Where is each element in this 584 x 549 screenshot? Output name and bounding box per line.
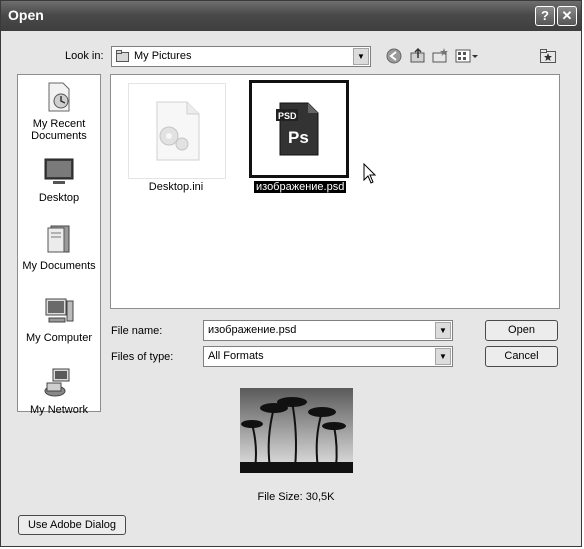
place-desktop[interactable]: Desktop	[18, 155, 100, 204]
file-name-psd[interactable]: изображение.psd	[254, 181, 347, 193]
psd-file-icon: PSD Ps	[276, 102, 319, 156]
look-in-select[interactable]: My Pictures ▼	[111, 46, 371, 67]
view-menu-icon[interactable]	[455, 47, 479, 65]
file-type-select[interactable]: All Formats ▼	[203, 346, 453, 367]
look-in-label: Look in:	[65, 50, 104, 62]
places-bar: My Recent Documents Desktop My Documents	[17, 74, 101, 416]
close-button[interactable]: ✕	[557, 6, 577, 26]
chevron-down-icon[interactable]: ▼	[435, 348, 451, 365]
my-network-icon	[44, 368, 70, 397]
file-list[interactable]: Desktop.ini PSD Ps изображение.psd	[110, 74, 560, 309]
chevron-down-icon[interactable]: ▼	[353, 48, 369, 65]
preview-image	[240, 388, 353, 473]
file-size-label: File Size: 30,5K	[257, 491, 335, 503]
place-my-network[interactable]: My Network	[18, 367, 100, 416]
desktop-icon	[44, 158, 74, 184]
place-my-computer[interactable]: My Computer	[18, 295, 100, 344]
file-thumb-psd[interactable]: PSD Ps	[249, 80, 349, 178]
my-documents-icon	[47, 225, 70, 253]
up-folder-icon[interactable]	[409, 47, 427, 65]
chevron-down-icon[interactable]: ▼	[435, 322, 451, 339]
place-label: Desktop	[38, 192, 80, 204]
psd-badge: PSD	[278, 111, 297, 121]
place-label: My Computer	[25, 332, 93, 344]
use-adobe-dialog-button[interactable]: Use Adobe Dialog	[18, 515, 126, 535]
place-recent-documents[interactable]: My Recent Documents	[18, 81, 100, 142]
window-title: Open	[8, 7, 44, 23]
ini-file-icon	[156, 101, 200, 161]
back-icon[interactable]	[385, 47, 403, 65]
place-label: My Documents	[22, 260, 96, 272]
my-computer-icon	[45, 298, 74, 323]
favorites-icon[interactable]	[539, 47, 557, 65]
recent-documents-icon	[48, 82, 70, 112]
open-button[interactable]: Open	[485, 320, 558, 341]
cursor-icon	[363, 163, 377, 184]
file-name-label: File name:	[111, 325, 163, 337]
file-name-value: изображение.psd	[208, 324, 297, 336]
file-type-label: Files of type:	[111, 351, 174, 363]
look-in-value: My Pictures	[134, 50, 192, 62]
open-dialog: Open ? ✕ Look in: My Pictures ▼ My Recen…	[0, 0, 582, 547]
title-bar[interactable]: Open ? ✕	[1, 1, 581, 31]
file-type-value: All Formats	[208, 350, 264, 362]
new-folder-icon[interactable]	[431, 47, 449, 65]
cancel-button[interactable]: Cancel	[485, 346, 558, 367]
place-label: My Network	[29, 404, 89, 416]
folder-icon	[116, 50, 129, 62]
file-name-input[interactable]: изображение.psd ▼	[203, 320, 453, 341]
place-my-documents[interactable]: My Documents	[18, 223, 100, 272]
file-thumb-ini[interactable]	[128, 83, 226, 179]
help-button[interactable]: ?	[535, 6, 555, 26]
file-name-ini[interactable]: Desktop.ini	[113, 181, 239, 193]
place-label: My Recent Documents	[31, 118, 87, 142]
ps-logo: Ps	[288, 128, 309, 147]
